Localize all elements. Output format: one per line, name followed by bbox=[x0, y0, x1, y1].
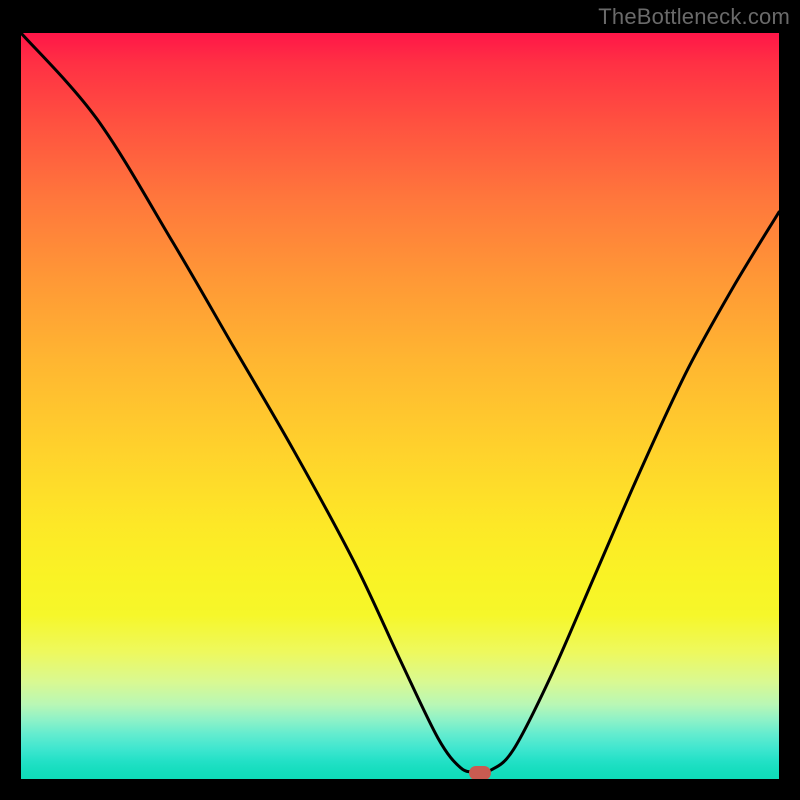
watermark-text: TheBottleneck.com bbox=[598, 4, 790, 30]
plot-area bbox=[21, 33, 779, 779]
optimal-marker bbox=[469, 766, 491, 779]
chart-frame: TheBottleneck.com bbox=[0, 0, 800, 800]
bottleneck-curve bbox=[21, 33, 779, 779]
curve-path bbox=[21, 33, 779, 772]
